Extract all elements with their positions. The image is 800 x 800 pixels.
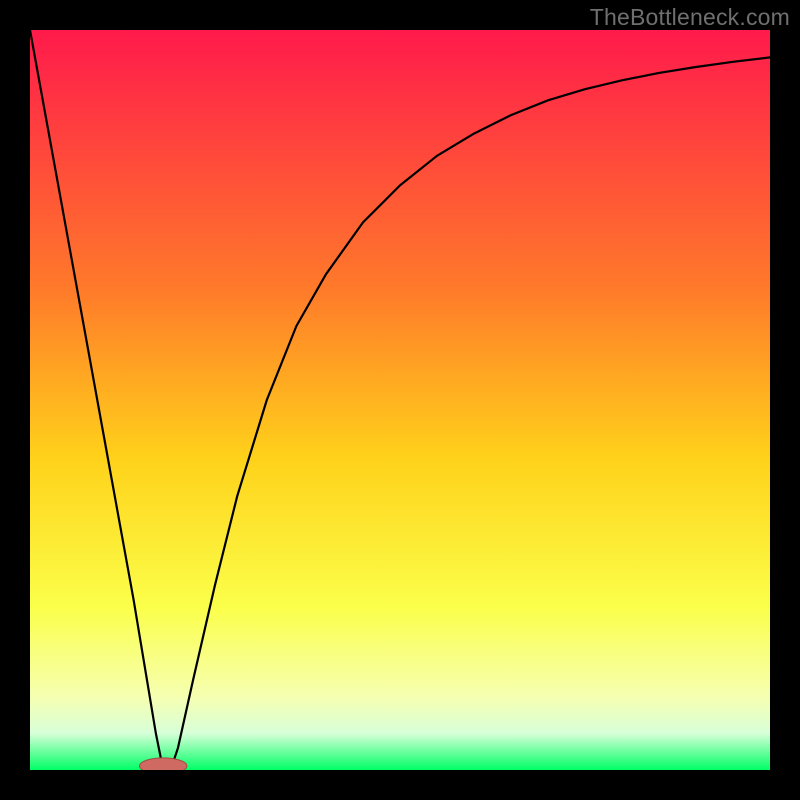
watermark-label: TheBottleneck.com (590, 4, 790, 31)
gradient-background (30, 30, 770, 770)
plot-area (30, 30, 770, 770)
optimal-marker (140, 758, 187, 770)
bottleneck-chart (30, 30, 770, 770)
chart-frame: TheBottleneck.com (0, 0, 800, 800)
